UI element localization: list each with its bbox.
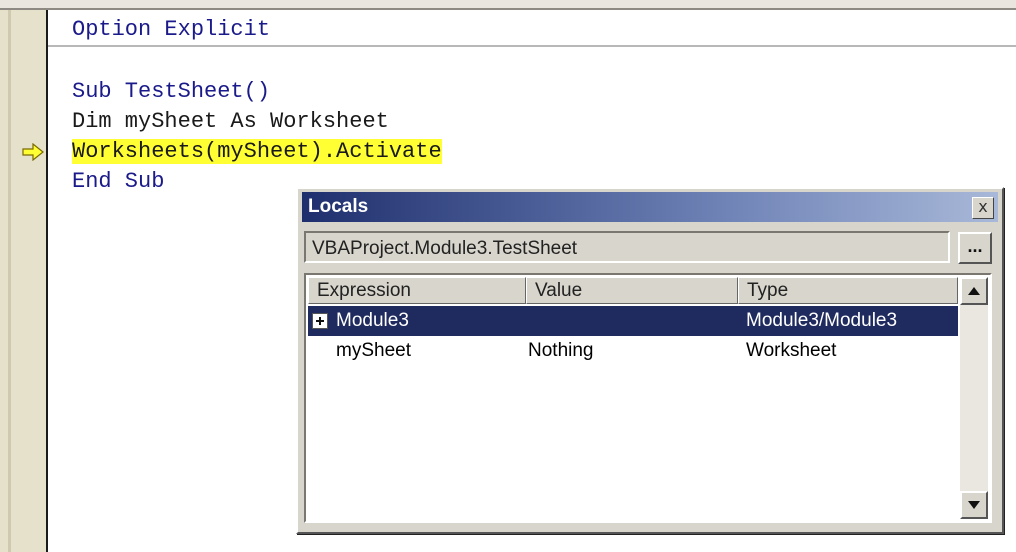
call-stack-button[interactable]: ...: [958, 232, 992, 264]
code-line-current[interactable]: Worksheets(mySheet).Activate: [72, 137, 442, 167]
code-line-sub[interactable]: Sub TestSheet(): [72, 77, 270, 107]
row-expression: mySheet: [336, 340, 411, 361]
row-type: Worksheet: [746, 340, 837, 361]
column-header-type[interactable]: Type: [738, 277, 958, 304]
locals-row-mysheet[interactable]: mySheet Nothing Worksheet: [308, 336, 958, 366]
code-line-end-sub[interactable]: End Sub: [72, 167, 164, 197]
procedure-separator: [48, 45, 1016, 47]
column-header-value[interactable]: Value: [526, 277, 738, 304]
column-header-expression[interactable]: Expression: [308, 277, 526, 304]
context-field: VBAProject.Module3.TestSheet: [304, 231, 950, 263]
locals-row-module3[interactable]: Module3 Module3/Module3: [308, 306, 958, 336]
current-statement-highlight: Worksheets(mySheet).Activate: [72, 139, 442, 164]
row-expression: Module3: [336, 310, 409, 331]
margin-indicator-edge: [8, 10, 11, 552]
declaration-line[interactable]: Option Explicit: [72, 15, 270, 45]
scroll-up-button[interactable]: [960, 277, 988, 305]
locals-window[interactable]: Locals x VBAProject.Module3.TestSheet ..…: [296, 187, 1004, 534]
arrow-down-icon: [968, 501, 980, 509]
row-type: Module3/Module3: [746, 310, 898, 331]
locals-titlebar[interactable]: Locals x: [302, 192, 998, 222]
current-line-arrow-icon: [22, 143, 44, 161]
arrow-up-icon: [968, 287, 980, 295]
vertical-scrollbar[interactable]: [960, 277, 988, 519]
locals-grid[interactable]: Expression Value Type Module3 Module3/Mo…: [304, 273, 992, 523]
row-value: Nothing: [528, 340, 594, 361]
scroll-down-button[interactable]: [960, 491, 988, 519]
window-top-border: [0, 0, 1016, 10]
close-icon: x: [978, 197, 988, 216]
expand-plus-icon[interactable]: [312, 313, 328, 329]
close-button[interactable]: x: [972, 197, 994, 219]
code-line-dim[interactable]: Dim mySheet As Worksheet: [72, 107, 389, 137]
locals-title: Locals: [308, 196, 369, 217]
